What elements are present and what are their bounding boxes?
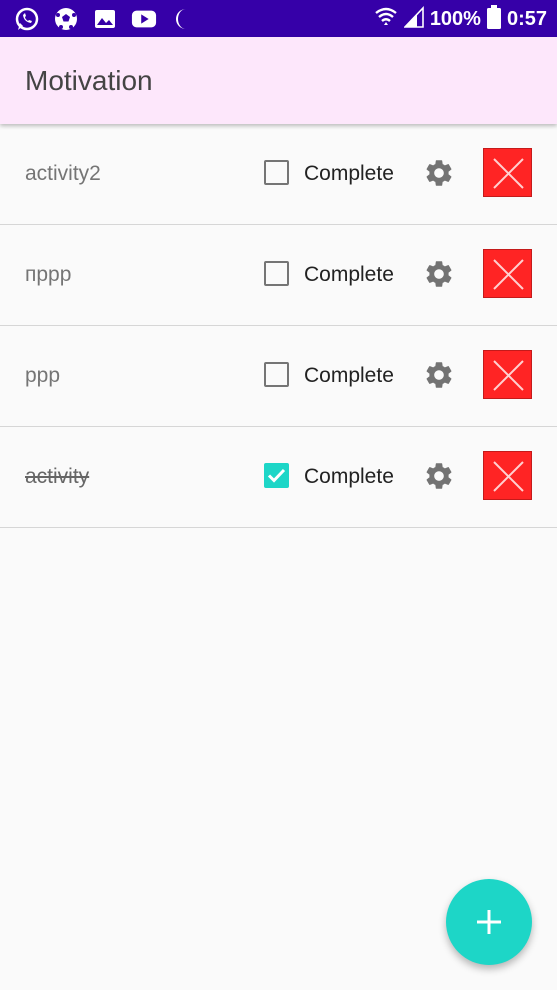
activity-name: activity [25, 465, 90, 488]
activity-name: activity2 [25, 162, 101, 185]
status-bar: 100% 0:57 [0, 0, 557, 37]
delete-button[interactable] [483, 148, 532, 197]
list-item: ppp Complete [0, 326, 557, 427]
close-icon [493, 360, 524, 391]
gear-icon[interactable] [423, 359, 455, 391]
delete-button[interactable] [483, 350, 532, 399]
gallery-icon [92, 6, 118, 32]
gear-icon[interactable] [423, 157, 455, 189]
gear-icon[interactable] [423, 460, 455, 492]
signal-icon [402, 5, 424, 33]
soccer-ball-icon [53, 6, 79, 32]
complete-checkbox-label[interactable]: Complete [304, 465, 394, 489]
wifi-icon [374, 6, 398, 33]
close-icon [493, 259, 524, 290]
list-item: activity Complete [0, 427, 557, 528]
complete-checkbox[interactable] [264, 261, 289, 286]
moon-icon [170, 6, 196, 32]
plus-icon [477, 910, 501, 934]
complete-checkbox[interactable] [264, 463, 289, 488]
page-title: Motivation [25, 65, 153, 96]
checkmark-icon [267, 468, 286, 483]
battery-icon [486, 4, 501, 34]
list-item: activity2 Complete [0, 124, 557, 225]
youtube-icon [131, 6, 157, 32]
delete-button[interactable] [483, 451, 532, 500]
delete-button[interactable] [483, 249, 532, 298]
add-activity-button[interactable] [446, 879, 532, 965]
close-icon [493, 158, 524, 189]
list-item: пррр Complete [0, 225, 557, 326]
complete-checkbox-label[interactable]: Complete [304, 364, 394, 388]
complete-checkbox[interactable] [264, 160, 289, 185]
complete-checkbox-label[interactable]: Complete [304, 263, 394, 287]
activity-name: ppp [25, 364, 61, 387]
battery-percent: 100% [429, 7, 481, 30]
activity-name: пррр [25, 263, 72, 286]
app-bar: Motivation [0, 37, 557, 124]
close-icon [493, 461, 524, 492]
gear-icon[interactable] [423, 258, 455, 290]
whatsapp-icon [14, 6, 40, 32]
activity-list: activity2 Complete пррр Complete ppp Com… [0, 124, 557, 528]
complete-checkbox-label[interactable]: Complete [304, 162, 394, 186]
complete-checkbox[interactable] [264, 362, 289, 387]
clock: 0:57 [506, 7, 547, 30]
